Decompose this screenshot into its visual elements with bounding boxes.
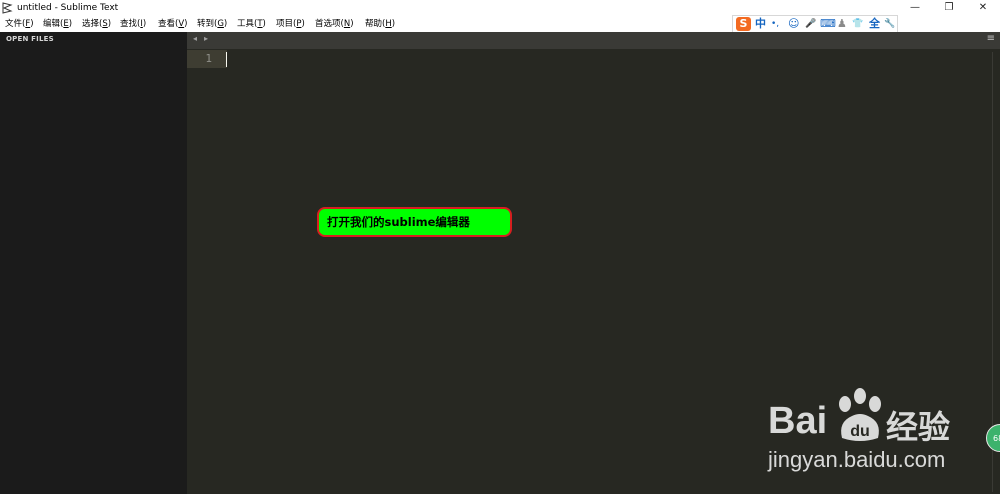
sidebar: OPEN FILES xyxy=(0,32,187,494)
restore-button[interactable]: ❐ xyxy=(934,0,964,16)
menu-file[interactable]: 文件(F) xyxy=(5,16,34,32)
ime-fullwidth-icon[interactable]: 全 xyxy=(869,17,880,31)
tab-forward-arrow-icon[interactable]: ▸ xyxy=(204,34,208,43)
sublime-app-icon xyxy=(2,2,13,14)
tab-bar: ◂ ▸ ≡ xyxy=(187,32,1000,49)
menu-preferences[interactable]: 首选项(N) xyxy=(315,16,354,32)
menu-project[interactable]: 项目(P) xyxy=(276,16,305,32)
ime-voice-icon[interactable]: 🎤 xyxy=(805,17,816,31)
minimize-button[interactable]: — xyxy=(900,0,930,16)
ime-user-icon[interactable]: ♟ xyxy=(837,17,847,31)
menu-goto[interactable]: 转到(G) xyxy=(197,16,227,32)
ime-skin-icon[interactable]: 👕 xyxy=(852,17,863,31)
baidu-paw-icon: du xyxy=(839,388,881,441)
watermark-url: jingyan.baidu.com xyxy=(768,447,946,472)
watermark-bai-text: Bai xyxy=(768,400,828,442)
menu-view[interactable]: 查看(V) xyxy=(158,16,187,32)
annotation-callout: 打开我们的sublime编辑器 xyxy=(317,207,512,237)
close-button[interactable]: ✕ xyxy=(968,0,998,16)
ime-punctuation-icon[interactable]: •, xyxy=(771,17,779,31)
menu-tools[interactable]: 工具(T) xyxy=(237,16,266,32)
watermark-jingyan-text: 经验 xyxy=(886,409,951,445)
text-cursor xyxy=(226,52,227,67)
menu-find[interactable]: 查找(I) xyxy=(120,16,146,32)
menu-help[interactable]: 帮助(H) xyxy=(365,16,395,32)
tab-menu-icon[interactable]: ≡ xyxy=(987,33,995,44)
watermark-du-text: du xyxy=(850,423,870,440)
ime-toolbar: S 中 •, ☺ 🎤 ⌨ ♟ 👕 全 🔧 xyxy=(732,15,898,33)
line-number: 1 xyxy=(205,52,212,65)
ime-settings-wrench-icon[interactable]: 🔧 xyxy=(884,17,895,31)
title-bar: untitled - Sublime Text — ❐ ✕ xyxy=(0,0,1000,16)
menu-edit[interactable]: 编辑(E) xyxy=(43,16,72,32)
ime-chinese-mode[interactable]: 中 xyxy=(755,17,766,31)
menu-selection[interactable]: 选择(S) xyxy=(82,16,111,32)
tab-back-arrow-icon[interactable]: ◂ xyxy=(193,34,197,43)
ime-keyboard-icon[interactable]: ⌨ xyxy=(820,17,836,31)
sogou-logo-icon[interactable]: S xyxy=(736,17,751,31)
open-files-heading: OPEN FILES xyxy=(6,35,54,43)
ime-emoji-icon[interactable]: ☺ xyxy=(788,17,799,31)
window-title: untitled - Sublime Text xyxy=(17,3,119,13)
